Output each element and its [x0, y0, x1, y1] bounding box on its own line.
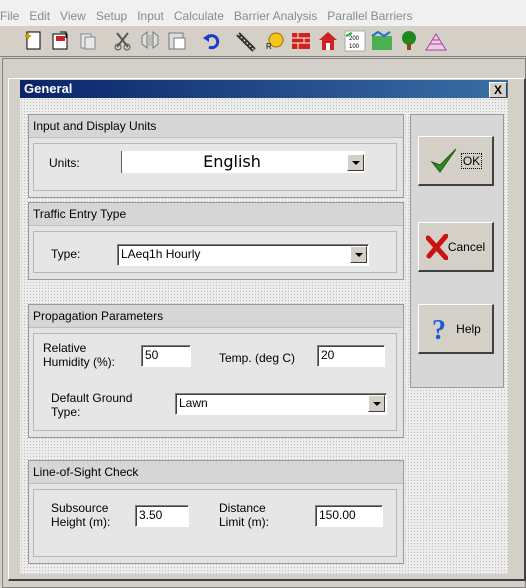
print-icon[interactable]	[76, 29, 100, 53]
contour-icon[interactable]	[424, 29, 448, 53]
tree-zone-icon[interactable]	[397, 29, 421, 53]
subsource-height-input[interactable]: 3.50	[135, 505, 189, 527]
distance-label-line1: Distance	[219, 501, 266, 515]
temp-input[interactable]: 20	[317, 345, 385, 367]
ground-type-select[interactable]: Lawn	[175, 393, 387, 415]
units-group-title: Input and Display Units	[33, 119, 157, 133]
road-icon[interactable]	[235, 29, 259, 53]
distance-label-line2: Limit (m):	[219, 515, 269, 529]
traffic-type-label: Type:	[51, 247, 81, 261]
los-group-title: Line-of-Sight Check	[33, 465, 139, 479]
humidity-value: 50	[145, 348, 159, 362]
scale-bottom-label: 100	[349, 44, 360, 50]
close-button[interactable]: X	[489, 82, 507, 98]
barrier-icon[interactable]	[289, 29, 313, 53]
line-of-sight-group: Line-of-Sight Check Subsource Height (m)…	[28, 460, 404, 564]
humidity-label-line1: Relative	[43, 341, 87, 355]
ok-button[interactable]: OK	[418, 136, 494, 186]
units-dropdown-button[interactable]	[347, 154, 364, 171]
cut-icon[interactable]	[111, 29, 135, 53]
units-select[interactable]: English	[121, 151, 365, 173]
svg-text:?: ?	[432, 315, 446, 344]
units-label: Units:	[49, 156, 80, 170]
subsource-label-line2: Height (m):	[51, 515, 111, 529]
svg-text:R: R	[266, 42, 272, 51]
dialog-client-area: Input and Display Units Units: English T…	[20, 98, 508, 574]
chevron-down-icon	[354, 252, 363, 257]
traffic-group: Traffic Entry Type Type: LAeq1h Hourly	[28, 202, 404, 280]
propagation-group: Propagation Parameters Relative Humidity…	[28, 304, 404, 438]
subsource-height-value: 3.50	[139, 508, 163, 522]
units-group: Input and Display Units Units: English	[28, 114, 404, 198]
terrain-icon[interactable]: 200 100	[343, 29, 367, 53]
menu-setup[interactable]: Setup	[91, 6, 132, 26]
ground-zone-icon[interactable]	[370, 29, 394, 53]
menu-file[interactable]: File	[0, 6, 24, 26]
ground-type-dropdown-button[interactable]	[368, 395, 385, 412]
dialog-titlebar[interactable]	[20, 80, 508, 98]
traffic-type-select[interactable]: LAeq1h Hourly	[117, 244, 369, 266]
menu-parallel-barriers[interactable]: Parallel Barriers	[322, 6, 417, 26]
menu-view[interactable]: View	[55, 6, 91, 26]
dialog-title: General	[24, 81, 73, 96]
toolbar: R 200 100	[0, 26, 526, 57]
traffic-type-dropdown-button[interactable]	[350, 246, 367, 263]
temp-value: 20	[321, 348, 335, 362]
ground-type-label-line2: Type:	[51, 405, 81, 419]
ground-type-value: Lawn	[179, 396, 208, 410]
traffic-group-title: Traffic Entry Type	[33, 207, 127, 221]
help-button[interactable]: ? Help	[418, 304, 494, 354]
cancel-button[interactable]: Cancel	[418, 222, 494, 272]
units-select-value: English	[203, 152, 261, 171]
menu-calculate[interactable]: Calculate	[169, 6, 229, 26]
open-icon[interactable]	[49, 29, 73, 53]
distance-limit-input[interactable]: 150.00	[315, 505, 383, 527]
checkmark-icon	[430, 148, 457, 173]
chevron-down-icon	[372, 401, 381, 406]
ground-type-label-line1: Default Ground	[51, 391, 133, 405]
scale-top-label: 200	[349, 36, 360, 42]
traffic-type-value: LAeq1h Hourly	[121, 247, 201, 261]
humidity-label-line2: Humidity (%):	[43, 355, 116, 369]
ok-label: OK	[460, 152, 483, 169]
menu-input[interactable]: Input	[132, 6, 169, 26]
chevron-down-icon	[351, 160, 360, 165]
question-mark-icon: ?	[432, 315, 446, 344]
undo-icon[interactable]	[200, 29, 224, 53]
close-icon: X	[493, 83, 502, 97]
new-icon[interactable]	[22, 29, 46, 53]
distance-limit-value: 150.00	[319, 508, 356, 522]
menu-barrier-analysis[interactable]: Barrier Analysis	[229, 6, 322, 26]
paste-icon[interactable]	[165, 29, 189, 53]
x-icon	[425, 233, 448, 260]
receiver-icon[interactable]: R	[262, 29, 286, 53]
building-icon[interactable]	[316, 29, 340, 53]
cancel-label: Cancel	[447, 239, 486, 254]
temp-label: Temp. (deg C)	[219, 351, 296, 365]
help-label: Help	[456, 321, 481, 336]
menu-edit[interactable]: Edit	[24, 6, 55, 26]
humidity-input[interactable]: 50	[141, 345, 191, 367]
copy-icon[interactable]	[138, 29, 162, 53]
subsource-label-line1: Subsource	[51, 501, 109, 515]
menu-bar: File Edit View Setup Input Calculate Bar…	[0, 6, 526, 26]
propagation-group-title: Propagation Parameters	[33, 309, 164, 323]
